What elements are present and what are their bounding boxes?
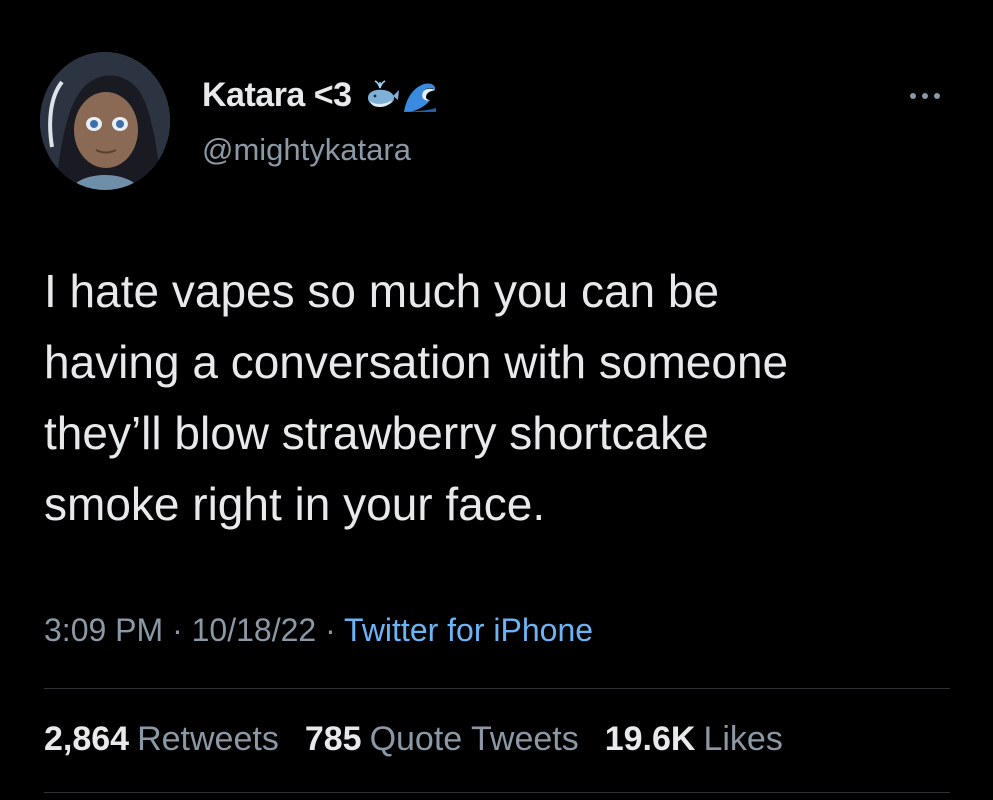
tweet-text-line: having a conversation with someone: [44, 336, 789, 388]
meta-separator: ·: [316, 612, 345, 648]
quote-tweets-label: Quote Tweets: [369, 720, 579, 758]
tweet-text-line: they’ll blow strawberry shortcake: [44, 407, 709, 459]
more-dot-icon: [934, 93, 940, 99]
avatar-image: [40, 52, 170, 190]
more-dot-icon: [910, 93, 916, 99]
user-name-row[interactable]: Katara <3: [202, 76, 438, 115]
tweet-source-link[interactable]: Twitter for iPhone: [344, 612, 593, 648]
wave-icon: [402, 78, 438, 114]
likes-stat[interactable]: 19.6K Likes: [605, 720, 783, 759]
tweet-date[interactable]: 10/18/22: [192, 612, 317, 648]
avatar[interactable]: [40, 52, 170, 190]
whale-icon: [364, 78, 400, 114]
likes-label: Likes: [703, 720, 783, 758]
retweets-count: 2,864: [44, 720, 130, 758]
tweet-text: I hate vapes so much you can be having a…: [44, 256, 964, 540]
meta-separator: ·: [163, 612, 192, 648]
user-handle[interactable]: @mightykatara: [202, 132, 411, 168]
engagement-stats: 2,864 Retweets 785 Quote Tweets 19.6K Likes: [44, 720, 783, 759]
divider: [44, 792, 950, 793]
tweet-time[interactable]: 3:09 PM: [44, 612, 163, 648]
divider: [44, 688, 950, 689]
tweet-text-line: I hate vapes so much you can be: [44, 265, 720, 317]
retweets-stat[interactable]: 2,864 Retweets: [44, 720, 279, 759]
quote-tweets-count: 785: [304, 720, 362, 758]
tweet-meta: 3:09 PM · 10/18/22 · Twitter for iPhone: [44, 612, 593, 649]
more-options-button[interactable]: [898, 80, 952, 112]
tweet-text-line: smoke right in your face.: [44, 478, 546, 530]
quote-tweets-stat[interactable]: 785 Quote Tweets: [305, 720, 579, 759]
retweets-label: Retweets: [137, 720, 279, 758]
display-name[interactable]: Katara <3: [202, 76, 352, 115]
more-dot-icon: [922, 93, 928, 99]
likes-count: 19.6K: [604, 720, 696, 758]
